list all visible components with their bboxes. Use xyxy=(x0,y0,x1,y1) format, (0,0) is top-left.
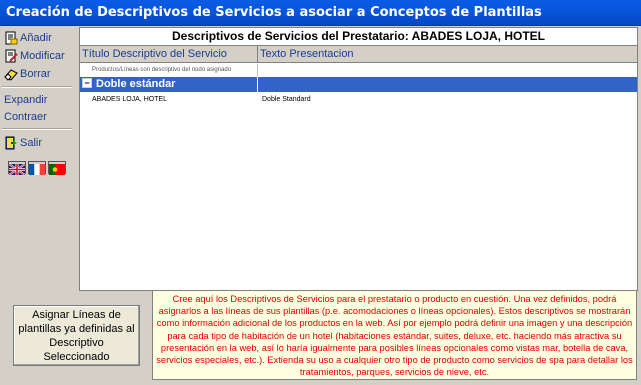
table-row[interactable]: ABADES LOJA, HOTEL Doble Standard xyxy=(80,93,637,107)
window-title-bar: Creación de Descriptivos de Servicios a … xyxy=(0,0,641,26)
info-text: Cree aquí los Descriptivos de Servicios … xyxy=(156,294,633,378)
group-hint-empty xyxy=(258,64,637,77)
services-grid: Descriptivos de Servicios del Prestatari… xyxy=(79,27,638,291)
column-header-title[interactable]: Título Descriptivo del Servicio xyxy=(80,46,258,63)
grid-heading: Descriptivos de Servicios del Prestatari… xyxy=(80,28,637,46)
uk-flag-icon[interactable] xyxy=(8,161,26,176)
row-service-text: Doble Standard xyxy=(262,96,311,103)
group-row[interactable]: − Doble estándar xyxy=(80,77,637,92)
row-service-name: ABADES LOJA, HOTEL xyxy=(92,96,168,103)
exit-door-icon xyxy=(4,136,18,150)
eraser-icon xyxy=(4,67,18,81)
info-message: Cree aquí los Descriptivos de Servicios … xyxy=(152,290,637,380)
expand-label: Expandir xyxy=(4,93,48,106)
collapse-node-icon[interactable]: − xyxy=(82,78,92,88)
collapse-button[interactable]: Contraer xyxy=(4,108,47,125)
add-button[interactable]: Añadir xyxy=(4,29,52,46)
portugal-flag-icon[interactable] xyxy=(48,161,66,175)
exit-button[interactable]: Salir xyxy=(4,134,42,151)
delete-button[interactable]: Borrar xyxy=(4,65,51,82)
column-header-text[interactable]: Texto Presentacion xyxy=(258,46,637,63)
edit-button[interactable]: Modificar xyxy=(4,47,65,64)
exit-label: Salir xyxy=(20,136,43,149)
sidebar-divider xyxy=(2,86,72,88)
collapse-label: Contraer xyxy=(4,110,47,123)
delete-label: Borrar xyxy=(20,67,51,80)
expand-button[interactable]: Expandir xyxy=(4,91,47,108)
group-hint: Productos/Líneas con descriptivo del nod… xyxy=(80,64,258,77)
assign-lines-button[interactable]: Asignar Líneas de plantillas ya definida… xyxy=(13,305,140,366)
edit-label: Modificar xyxy=(20,49,65,62)
window-title: Creación de Descriptivos de Servicios a … xyxy=(6,5,542,20)
edit-document-icon xyxy=(4,49,18,63)
new-document-icon xyxy=(4,31,18,45)
france-flag-icon[interactable] xyxy=(28,161,46,175)
group-label: Doble estándar xyxy=(96,78,176,90)
grid-empty-area xyxy=(80,107,637,290)
assign-lines-label: Asignar Líneas de plantillas ya definida… xyxy=(18,308,135,363)
sidebar-divider xyxy=(2,128,72,130)
language-flags xyxy=(8,161,66,176)
add-label: Añadir xyxy=(20,31,52,44)
